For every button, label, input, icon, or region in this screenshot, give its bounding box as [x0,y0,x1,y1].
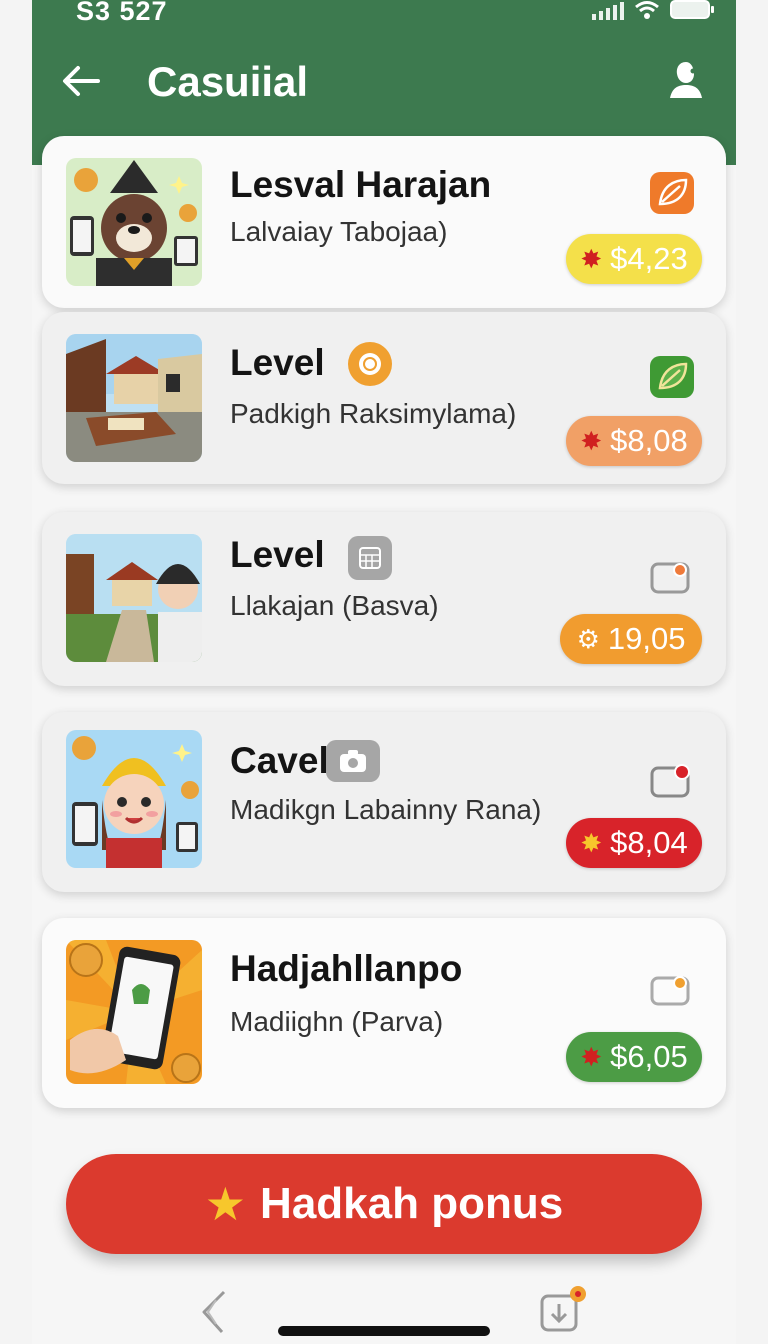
card-subtitle: Madikgn Labainny Rana) [230,794,542,825]
toggle-icon [650,976,690,1006]
game-card-2[interactable]: Level Padkigh Raksimylama) ✸ $8,08 [42,312,726,484]
home-indicator[interactable] [278,1326,490,1336]
price-value: $6,05 [610,1039,688,1074]
coin-badge-icon [348,342,392,386]
wifi-icon [635,1,659,19]
card-title: Hadjahllanpo [230,948,463,989]
card-title: Level [230,534,325,575]
signal-icon [592,0,624,20]
card-subtitle: Padkigh Raksimylama) [230,398,517,429]
price-button[interactable]: ✸ $4,23 [566,234,702,284]
card-subtitle: Lalvaiay Tabojaa) [230,216,448,247]
house-thumbnail [66,334,202,462]
star-icon: ★ [204,1178,247,1230]
game-card-4[interactable]: Cavel Madikgn Labainny Rana) ✸ $8,04 [42,712,726,892]
burst-icon: ✸ [580,1041,603,1072]
beaver-thumbnail [66,158,202,286]
status-time: S3 527 [76,0,168,26]
price-button[interactable]: ✸ $8,08 [566,416,702,466]
profile-icon[interactable] [664,58,708,102]
leaf-icon [650,356,694,398]
burst-icon: ✸ [580,243,603,274]
game-card-3[interactable]: Level Llakajan (Basva) ⚙ 19,05 [42,512,726,686]
status-icons [592,0,716,20]
game-card-5[interactable]: Hadjahllanpo Madiighn (Parva) ✸ $6,05 [42,918,726,1108]
price-value: $8,08 [610,423,688,458]
burst-icon: ✸ [580,425,603,456]
price-value: 19,05 [607,621,686,656]
battery-icon [670,0,714,19]
download-icon[interactable] [538,1284,590,1336]
phone-thumbnail [66,940,202,1084]
card-title: Level [230,342,325,383]
gear-icon: ⚙ [576,623,600,654]
card-subtitle: Llakajan (Basva) [230,590,439,621]
back-arrow-icon[interactable] [58,58,104,104]
camera-badge-icon [326,740,380,782]
toggle-notify-icon [650,764,690,798]
price-value: $8,04 [610,825,688,860]
nav-back-icon[interactable] [196,1288,236,1334]
burst-icon: ✸ [580,827,603,858]
price-button[interactable]: ✸ $6,05 [566,1032,702,1082]
card-title: Lesval Harajan [230,164,492,205]
girl-thumbnail [66,730,202,868]
toggle-icon [650,562,690,594]
calendar-badge-icon [348,536,392,580]
game-card-1[interactable]: Lesval Harajan Lalvaiay Tabojaa) ✸ $4,23 [42,136,726,308]
page-title: Casuiial [147,58,309,105]
leaf-icon [650,172,694,214]
card-subtitle: Madiighn (Parva) [230,1006,444,1037]
bonus-button[interactable]: ★ Hadkah ponus [66,1154,702,1254]
price-button[interactable]: ✸ $8,04 [566,818,702,868]
bonus-button-label: Hadkah ponus [260,1179,564,1228]
price-button[interactable]: ⚙ 19,05 [560,614,702,664]
card-title: Cavel [230,740,329,781]
village-thumbnail [66,534,202,662]
price-value: $4,23 [610,241,688,276]
